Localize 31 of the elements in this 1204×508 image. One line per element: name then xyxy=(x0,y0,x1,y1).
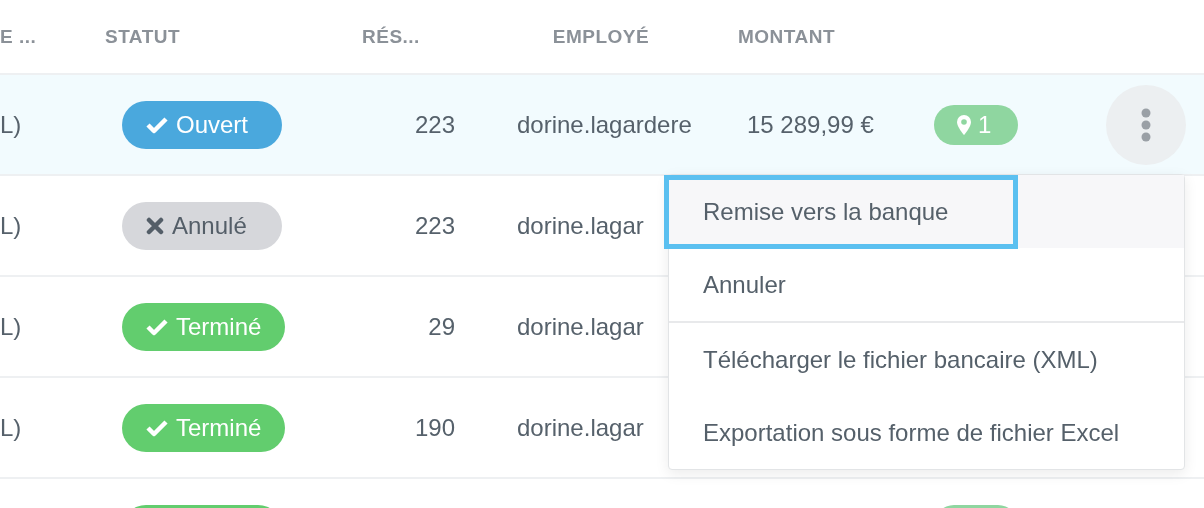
more-icon xyxy=(1140,107,1152,142)
menu-item[interactable]: Annuler xyxy=(669,248,1184,323)
table-cell: L) xyxy=(0,211,22,239)
table-cell: dorine.lagar xyxy=(517,312,644,340)
column-header[interactable]: STATUT xyxy=(105,25,181,47)
status-label: Ouvert xyxy=(176,110,249,139)
table-cell: L) xyxy=(0,413,22,441)
pin-icon xyxy=(956,113,972,136)
check-icon xyxy=(146,418,168,437)
table-cell: 223 xyxy=(414,110,455,138)
cross-icon xyxy=(146,216,164,235)
table-cell: dorine.lagar xyxy=(517,211,644,239)
table-cell: 15 289,99 € xyxy=(747,110,874,138)
table-cell: 223 xyxy=(414,211,455,239)
table-cell: L) xyxy=(0,312,22,340)
column-header[interactable]: MONTANT xyxy=(738,25,836,47)
column-header[interactable]: E ... xyxy=(0,25,37,47)
table-cell: 29 xyxy=(428,312,455,340)
column-header[interactable]: EMPLOYÉ xyxy=(552,25,650,47)
check-icon xyxy=(146,317,168,336)
status-label: Terminé xyxy=(176,413,262,442)
status-label: Annulé xyxy=(172,211,247,240)
table-cell: dorine.lagar xyxy=(517,413,644,441)
table-cell: dorine.lagardere xyxy=(517,110,692,138)
column-header[interactable]: RÉS... xyxy=(362,25,420,47)
menu-item[interactable]: Exportation sous forme de fichier Excel xyxy=(669,396,1184,469)
check-icon xyxy=(146,115,168,134)
table-row[interactable]: L) Ouvert 223 dorine.lagardere 15 289,99 € 1 xyxy=(0,75,1204,176)
table-cell: L) xyxy=(0,110,22,138)
table-cell: 190 xyxy=(414,413,455,441)
status-label: Terminé xyxy=(176,312,262,341)
